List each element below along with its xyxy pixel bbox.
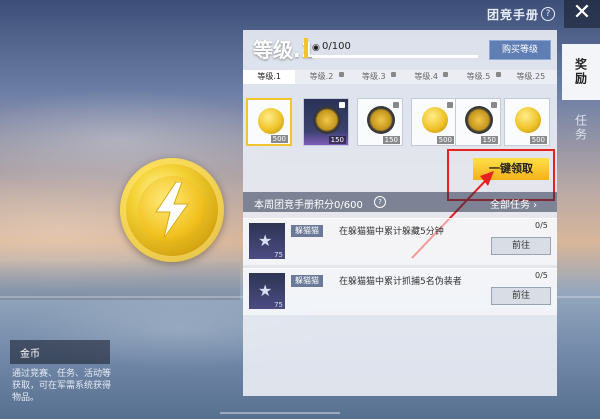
go-button[interactable]: 前往 [491,237,551,255]
task-description: 在躲猫猫中累计躲藏5分钟 [339,227,444,237]
task-tag: 躲猫猫 [291,225,323,237]
task-level: 75 [274,251,283,259]
home-indicator [220,412,340,414]
all-tasks-link[interactable]: 全部任务 › [490,196,537,211]
weekly-points-title: 本周团竞手册积分0/600 [254,200,363,211]
task-description: 在躲猫猫中累计抓捕5名伪装者 [339,277,462,287]
task-progress: 0/5 [535,271,548,280]
task-rank-icon: ★ 75 [249,223,285,259]
help-icon[interactable]: ? [374,196,386,208]
task-progress: 0/5 [535,221,548,230]
star-icon: ★ [258,231,273,250]
task-level: 75 [274,301,283,309]
task-row: ★ 75 躲猫猫 在躲猫猫中累计抓捕5名伪装者 0/5 前往 [243,268,557,315]
star-icon: ★ [258,281,273,300]
task-row: ★ 75 躲猫猫 在躲猫猫中累计躲藏5分钟 0/5 前往 [243,218,557,265]
go-button[interactable]: 前往 [491,287,551,305]
task-tag: 躲猫猫 [291,275,323,287]
task-rank-icon: ★ 75 [249,273,285,309]
